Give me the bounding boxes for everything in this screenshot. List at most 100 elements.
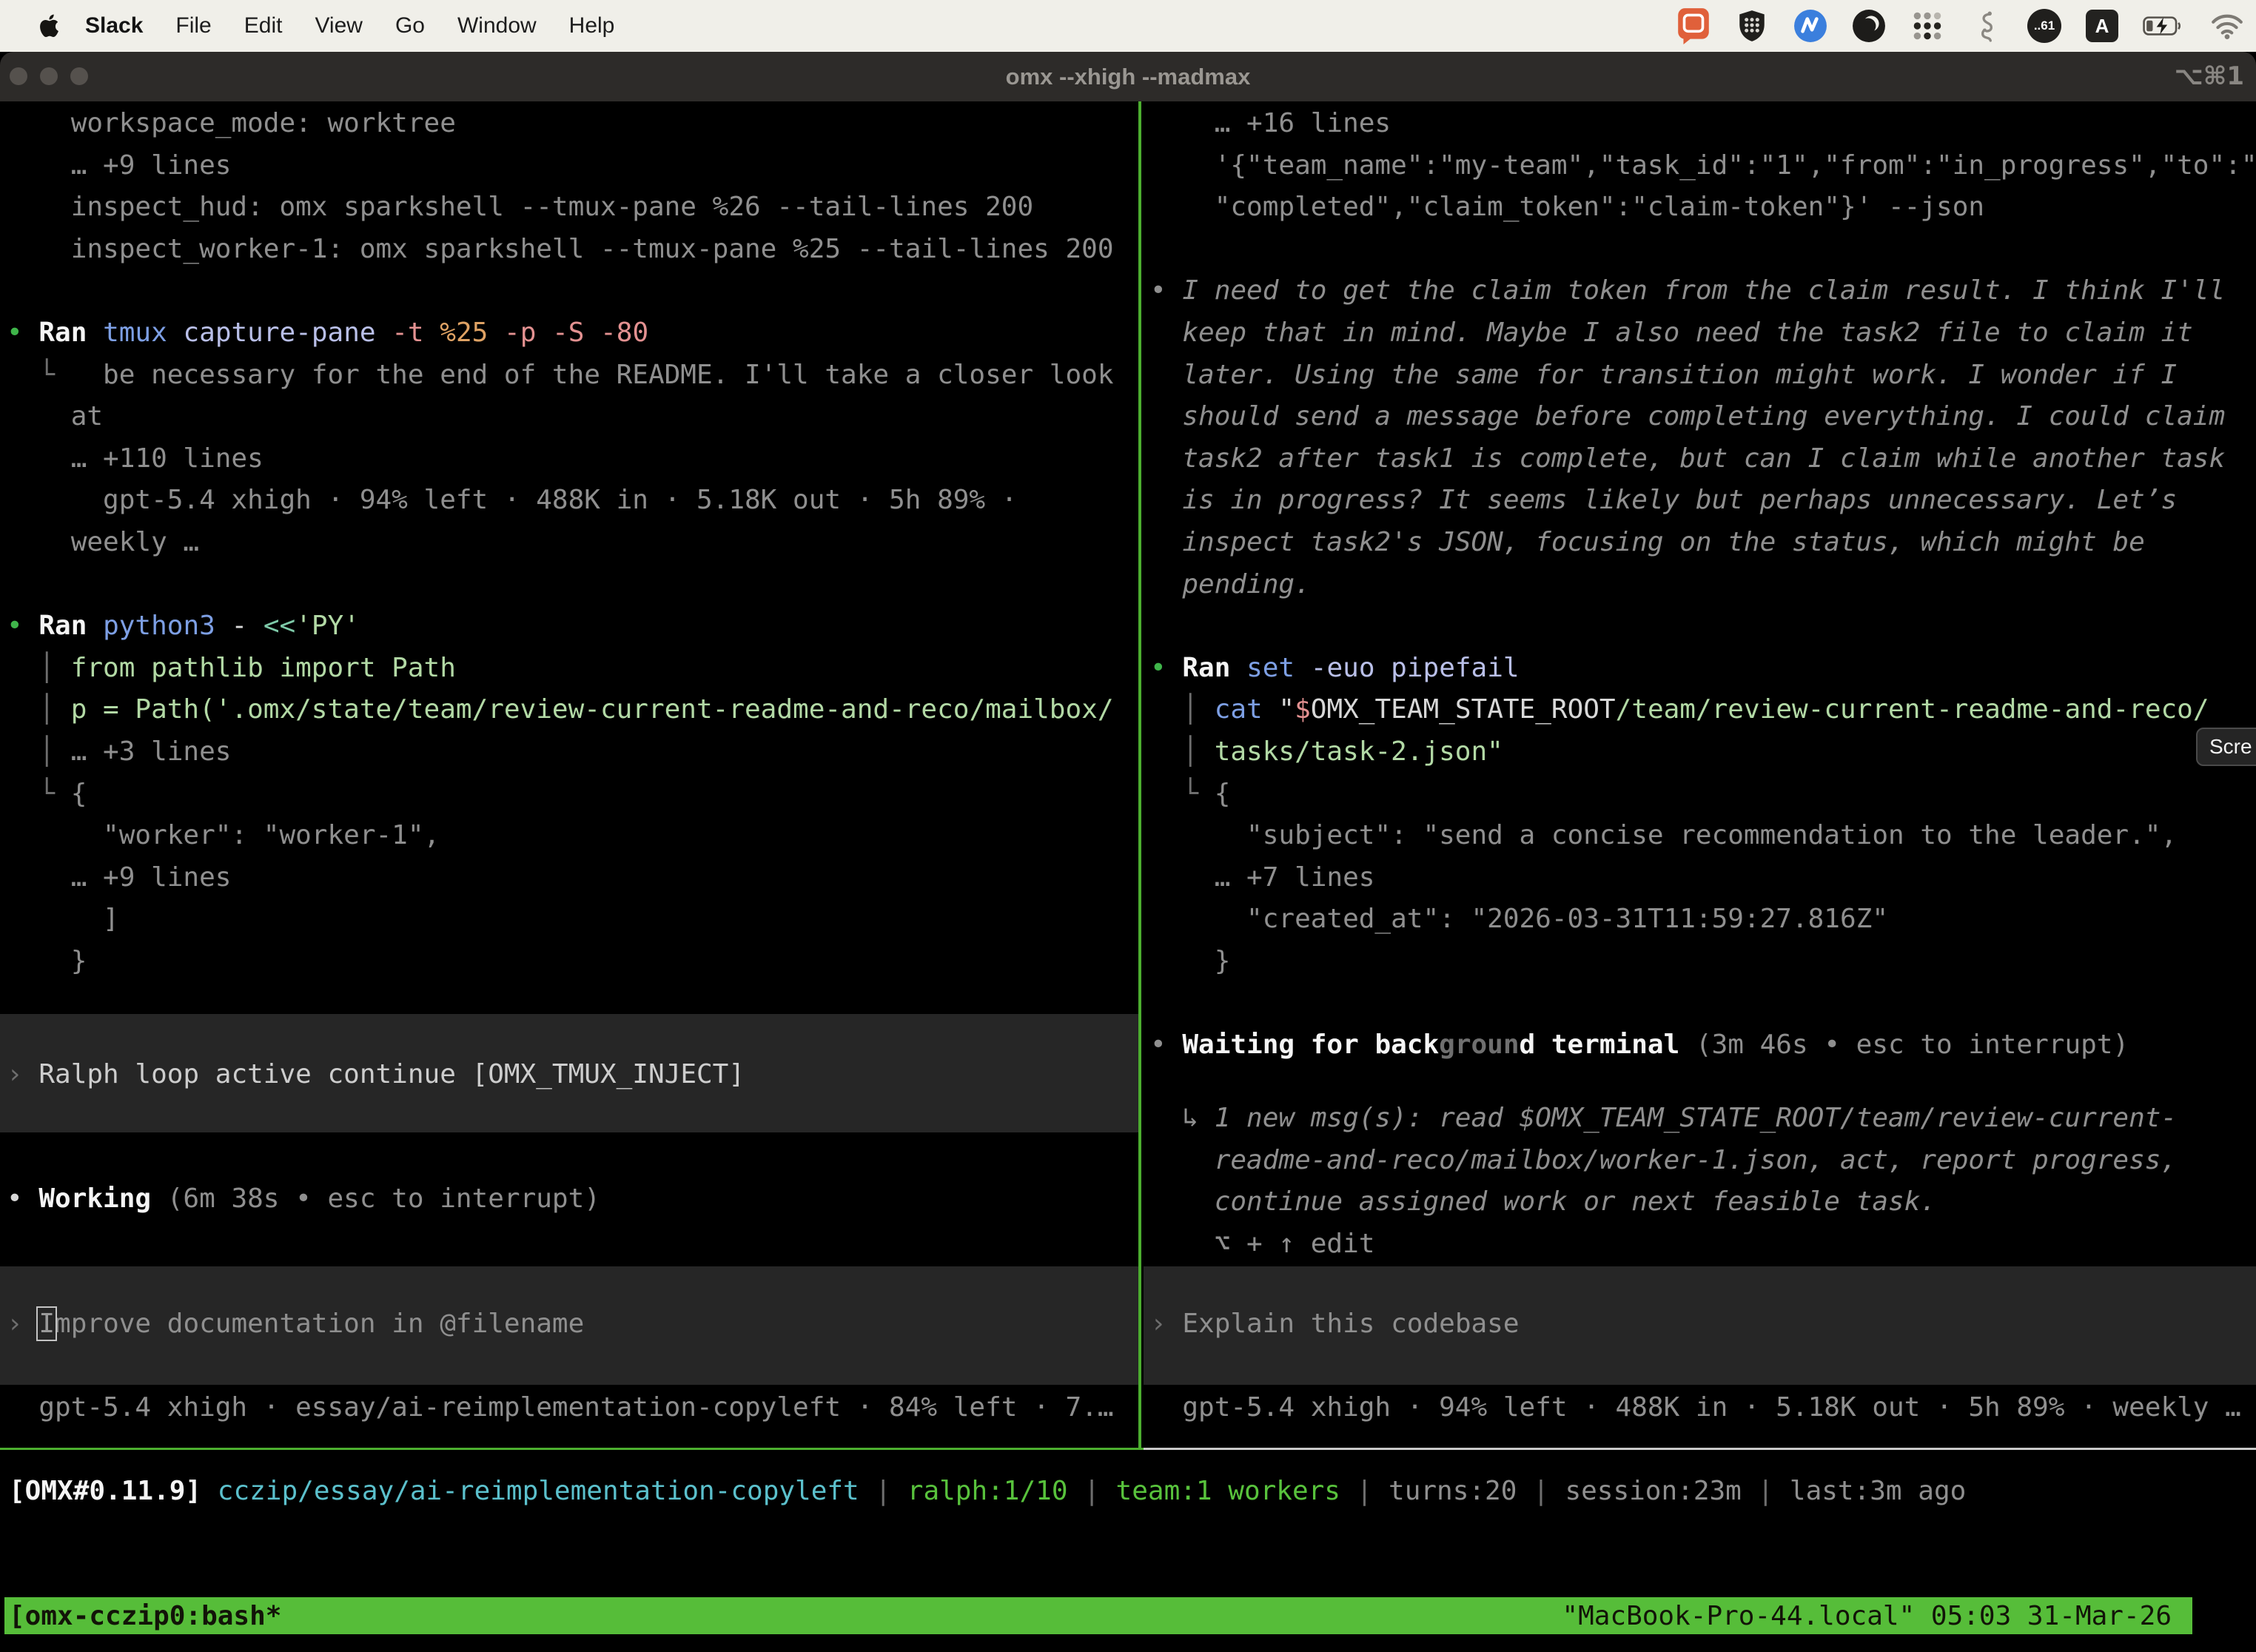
- text-segment: Ran: [1182, 653, 1230, 683]
- menu-item-go[interactable]: Go: [395, 13, 425, 38]
- moon-app-icon[interactable]: [1852, 9, 1886, 43]
- menu-app-name[interactable]: Slack: [85, 13, 143, 38]
- text-segment: set: [1246, 653, 1295, 683]
- menu-item-view[interactable]: View: [315, 13, 362, 38]
- text-segment: (3m 46s • esc to interrupt): [1679, 1030, 2129, 1060]
- text-segment: •: [7, 1183, 38, 1214]
- text-segment: │: [7, 694, 71, 725]
- terminal-line: "completed","claim_token":"claim-token"}…: [1144, 187, 2256, 229]
- pulse-app-icon[interactable]: [1793, 9, 1827, 43]
- text-segment: [584, 318, 600, 348]
- text-segment: │: [1150, 736, 1215, 767]
- terminal-line: │ tasks/task-2.json": [1144, 731, 2256, 773]
- terminal-line: should send a message before completing …: [1144, 396, 2256, 438]
- text-segment: Ralph loop active continue [OMX_TMUX_INJ…: [38, 1059, 745, 1089]
- working-status: • Working (6m 38s • esc to interrupt): [0, 1178, 1138, 1220]
- thinking-text: • I need to get the claim token from the…: [1144, 270, 2256, 312]
- text-segment: {: [1215, 779, 1231, 809]
- right-pane-border: [1144, 1448, 2256, 1450]
- menu-items: File Edit View Go Window Help: [143, 13, 614, 38]
- apple-menu-icon[interactable]: [38, 14, 58, 38]
- battery-icon[interactable]: [2143, 15, 2186, 37]
- text-segment: keep that in mind. Maybe I also need the…: [1150, 318, 2193, 348]
- text-segment: |: [1742, 1476, 1790, 1506]
- tmux-session-label: [omx-cczip0:bash*: [9, 1601, 281, 1631]
- text-segment: is in progress? It seems likely but perh…: [1150, 485, 2177, 515]
- shield-keypad-icon[interactable]: [1735, 9, 1769, 43]
- text-segment: [OMX#0.11.9]: [9, 1476, 201, 1506]
- terminal-line: workspace_mode: worktree: [0, 103, 1138, 145]
- screen-tooltip: Scre: [2196, 728, 2256, 766]
- text-segment: }: [7, 946, 87, 976]
- text-segment: •: [7, 318, 38, 348]
- menu-item-help[interactable]: Help: [569, 13, 615, 38]
- text-segment: -80: [600, 318, 648, 348]
- tmux-host-time: "MacBook-Pro-44.local" 05:03 31-Mar-26: [1562, 1601, 2172, 1631]
- terminal-line: task2 after task1 is complete, but can I…: [1144, 438, 2256, 480]
- menu-bar-status-icons: ..61 A: [1676, 7, 2256, 45]
- window-titlebar[interactable]: omx --xhigh --madmax ⌥⌘1: [0, 52, 2256, 101]
- text-segment: [376, 318, 392, 348]
- text-segment: python3: [103, 611, 215, 641]
- pane-divider[interactable]: [1138, 101, 1141, 1450]
- text-segment: OMX_TEAM_STATE_ROOT: [1311, 694, 1616, 725]
- text-segment: mprove documentation in @filename: [55, 1309, 584, 1339]
- text-segment: gpt-5.4 xhigh · 94% left · 488K in · 5.1…: [7, 485, 1017, 515]
- text-segment: … +9 lines: [7, 862, 231, 893]
- terminal-line: inspect_hud: omx sparkshell --tmux-pane …: [0, 187, 1138, 229]
- text-segment: capture-pane: [183, 318, 375, 348]
- text-segment: [87, 611, 103, 641]
- input-source-icon[interactable]: A: [2086, 10, 2118, 42]
- text-segment: gpt-5.4 xhigh · essay/ai-reimplementatio…: [7, 1392, 1114, 1423]
- terminal-line: }: [0, 941, 1138, 983]
- text-segment: ›: [7, 1309, 38, 1339]
- terminal-line: "subject": "send a concise recommendatio…: [1144, 815, 2256, 857]
- squiggle-icon[interactable]: [1969, 9, 2003, 43]
- chat-app-icon[interactable]: [1676, 7, 1711, 45]
- text-segment: gpt-5.4 xhigh · 94% left · 488K in · 5.1…: [1150, 1392, 2241, 1423]
- left-pane: workspace_mode: worktree … +9 lines insp…: [0, 101, 1138, 1448]
- text-segment: Explain this codebase: [1182, 1309, 1519, 1339]
- menu-item-file[interactable]: File: [175, 13, 211, 38]
- count-badge-icon[interactable]: ..61: [2027, 9, 2061, 43]
- terminal-line: … +9 lines: [0, 857, 1138, 899]
- ran-command-python: • Ran python3 - <<'PY': [0, 605, 1138, 648]
- text-segment: "subject": "send a concise recommendatio…: [1150, 820, 2177, 850]
- text-segment: readme-and-reco/mailbox/worker-1.json, a…: [1150, 1145, 2177, 1175]
- text-segment: … +7 lines: [1150, 862, 1374, 893]
- text-segment: "worker": "worker-1",: [7, 820, 440, 850]
- terminal-line: … +110 lines: [0, 438, 1138, 480]
- terminal-line: gpt-5.4 xhigh · 94% left · 488K in · 5.1…: [0, 480, 1138, 522]
- text-segment: inspect task2's JSON, focusing on the st…: [1150, 527, 2145, 557]
- terminal-line: "created_at": "2026-03-31T11:59:27.816Z": [1144, 899, 2256, 941]
- text-segment: p = Path('.omx/state/team/review-current…: [71, 694, 1114, 725]
- menu-item-window[interactable]: Window: [457, 13, 537, 38]
- text-segment: [87, 318, 103, 348]
- text-segment: task2 after task1 is complete, but can I…: [1150, 443, 2225, 474]
- text-segment: [488, 318, 504, 348]
- pane-status-line: gpt-5.4 xhigh · 94% left · 488K in · 5.1…: [1144, 1387, 2256, 1429]
- text-segment: I need to get the claim token from the c…: [1182, 275, 2225, 306]
- terminal-line: │ cat "$OMX_TEAM_STATE_ROOT/team/review-…: [1144, 689, 2256, 731]
- wifi-icon[interactable]: [2210, 13, 2244, 39]
- dots-grid-icon[interactable]: [1910, 9, 1944, 43]
- text-segment: }: [1150, 946, 1230, 976]
- text-segment: … +16 lines: [1150, 108, 1391, 138]
- text-segment: -euo pipefail: [1311, 653, 1520, 683]
- text-segment: later. Using the same for transition mig…: [1150, 360, 2177, 390]
- text-segment: Ran: [38, 318, 87, 348]
- prompt-input-text: › Improve documentation in @filename: [0, 1303, 1138, 1346]
- text-segment: turns:20: [1389, 1476, 1517, 1506]
- terminal-line: inspect_worker-1: omx sparkshell --tmux-…: [0, 229, 1138, 271]
- text-segment: … +110 lines: [7, 443, 263, 474]
- text-segment: •: [7, 611, 38, 641]
- text-segment: [167, 318, 184, 348]
- text-cursor: I: [38, 1309, 55, 1339]
- menu-item-edit[interactable]: Edit: [244, 13, 283, 38]
- text-segment: ]: [7, 904, 119, 934]
- text-segment: Ran: [38, 611, 87, 641]
- ran-command-tmux: • Ran tmux capture-pane -t %25 -p -S -80: [0, 312, 1138, 355]
- text-segment: "completed","claim_token":"claim-token"}…: [1150, 192, 1984, 222]
- menu-bar-left: Slack File Edit View Go Window Help: [0, 13, 614, 38]
- edit-hint: ⌥ + ↑ edit: [1144, 1223, 2256, 1266]
